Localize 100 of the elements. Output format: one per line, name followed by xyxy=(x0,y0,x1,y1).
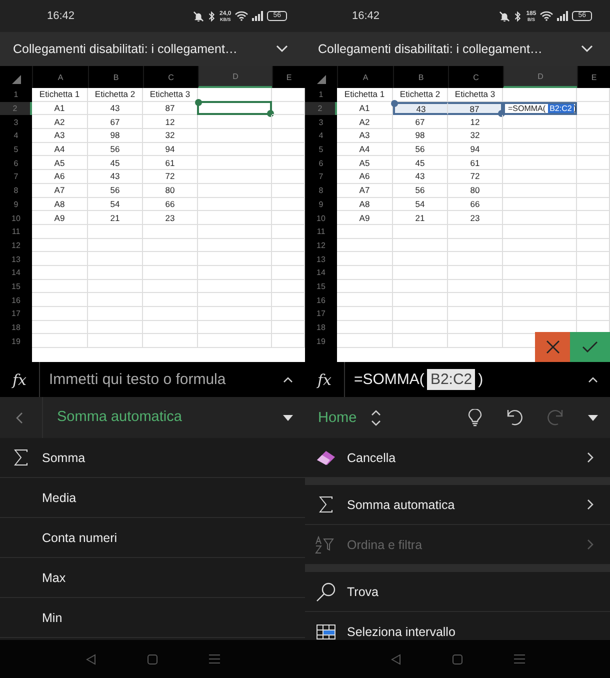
table-cell: 43 xyxy=(88,102,143,116)
table-cell xyxy=(577,238,610,252)
table-cell xyxy=(88,238,143,252)
muted-bell-icon xyxy=(192,10,204,22)
menu-icon[interactable] xyxy=(514,654,524,664)
table-cell xyxy=(577,88,610,102)
table-cell: A4 xyxy=(32,142,88,156)
formula-cell[interactable]: =SOMMA( B2:C2 ) xyxy=(503,102,577,116)
row-header[interactable]: 2 xyxy=(305,102,337,116)
table-cell xyxy=(393,307,448,321)
chevron-up-icon[interactable] xyxy=(283,376,293,382)
ribbon-tab-selector[interactable]: Home xyxy=(318,410,357,426)
table-cell: 56 xyxy=(393,142,448,156)
table-cell xyxy=(577,280,610,294)
column-header[interactable]: A xyxy=(32,66,88,88)
undo-icon[interactable] xyxy=(506,409,523,426)
table-range-icon xyxy=(316,624,336,640)
chevron-down-icon[interactable] xyxy=(276,45,288,53)
formula-field[interactable]: =SOMMA( B2:C2 ) xyxy=(345,369,588,390)
home-nav-icon[interactable] xyxy=(452,654,462,664)
table-cell: 98 xyxy=(393,129,448,143)
cancel-button[interactable] xyxy=(535,332,570,362)
table-cell xyxy=(393,334,448,348)
table-cell: 87 xyxy=(448,102,503,116)
table-cell xyxy=(143,307,198,321)
table-cell: 32 xyxy=(143,129,198,143)
clock: 16:42 xyxy=(352,10,381,22)
table-cell: A6 xyxy=(337,170,393,184)
table-cell xyxy=(393,224,448,239)
table-cell xyxy=(337,224,393,239)
table-cell xyxy=(577,142,610,156)
table-cell: 43 xyxy=(393,102,448,116)
table-cell: A5 xyxy=(337,156,393,170)
column-header[interactable]: D xyxy=(198,66,272,88)
table-cell xyxy=(32,252,88,266)
chevron-down-icon[interactable] xyxy=(581,45,593,53)
table-cell xyxy=(143,320,198,334)
table-cell xyxy=(88,224,143,239)
bluetooth-icon xyxy=(208,10,216,22)
table-cell xyxy=(143,266,198,280)
home-nav-icon[interactable] xyxy=(146,654,158,664)
table-cell xyxy=(577,129,610,143)
chevron-right-icon xyxy=(587,539,594,550)
row-header[interactable]: 2 xyxy=(0,102,32,116)
table-cell: Etichetta 1 xyxy=(337,88,393,102)
dropdown-icon[interactable] xyxy=(283,414,293,420)
table-cell: 32 xyxy=(448,129,503,143)
table-cell xyxy=(337,238,393,252)
column-header[interactable]: B xyxy=(88,66,143,88)
back-icon[interactable] xyxy=(16,412,24,424)
dropdown-icon[interactable] xyxy=(588,414,598,420)
table-cell xyxy=(32,334,88,348)
table-cell xyxy=(577,156,610,170)
table-cell xyxy=(337,252,393,266)
table-cell xyxy=(88,266,143,280)
wifi-icon xyxy=(235,11,248,21)
table-cell: A9 xyxy=(337,211,393,225)
bluetooth-icon xyxy=(514,10,522,22)
table-cell: 56 xyxy=(393,184,448,198)
table-cell xyxy=(88,293,143,307)
banner-text: Collegamenti disabilitati: i collegament… xyxy=(318,42,544,56)
selection-handle[interactable] xyxy=(391,100,398,107)
back-nav-icon[interactable] xyxy=(86,654,96,664)
table-cell: 54 xyxy=(393,198,448,212)
table-cell xyxy=(448,280,503,294)
menu-item[interactable]: Somma automatica xyxy=(305,485,610,525)
signal-icon xyxy=(252,11,264,21)
column-header[interactable]: A xyxy=(337,66,393,88)
table-cell: 61 xyxy=(143,156,198,170)
table-cell xyxy=(577,211,610,225)
table-cell xyxy=(577,198,610,212)
menu-icon[interactable] xyxy=(208,654,220,664)
table-cell xyxy=(32,293,88,307)
column-header[interactable]: B xyxy=(393,66,448,88)
table-cell: 12 xyxy=(143,115,198,130)
table-cell xyxy=(337,266,393,280)
table-cell xyxy=(393,293,448,307)
table-cell: 67 xyxy=(393,115,448,130)
table-cell: A4 xyxy=(337,142,393,156)
select-all-icon[interactable] xyxy=(12,75,20,84)
table-cell: 72 xyxy=(143,170,198,184)
lightbulb-icon[interactable] xyxy=(468,408,482,426)
table-cell xyxy=(448,307,503,321)
column-header[interactable]: E xyxy=(577,66,610,88)
menu-item[interactable]: Somma xyxy=(0,438,305,478)
table-cell: 23 xyxy=(143,211,198,225)
formula-field[interactable]: Immetti qui testo o formula xyxy=(40,371,283,388)
table-cell xyxy=(393,266,448,280)
banner-text: Collegamenti disabilitati: i collegament… xyxy=(13,42,238,56)
chevron-up-icon[interactable] xyxy=(588,376,598,382)
up-down-chevron-icon[interactable] xyxy=(370,410,381,426)
table-cell xyxy=(32,238,88,252)
table-cell xyxy=(88,307,143,321)
back-nav-icon[interactable] xyxy=(390,654,400,664)
table-cell xyxy=(577,307,610,321)
ribbon-title: Somma automatica xyxy=(42,397,283,438)
column-header[interactable]: D xyxy=(503,66,577,88)
select-all-icon[interactable] xyxy=(316,75,326,84)
table-cell: Etichetta 2 xyxy=(88,88,143,102)
menu-item[interactable]: Trova xyxy=(305,572,610,612)
